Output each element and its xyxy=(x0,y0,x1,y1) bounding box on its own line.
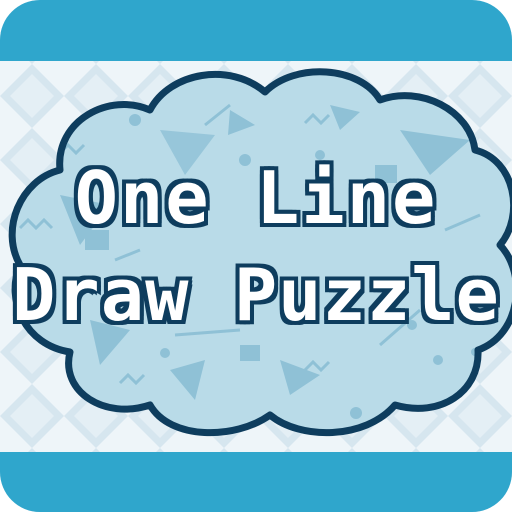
circle-dot xyxy=(160,348,170,358)
game-title-line-2: Draw Puzzle xyxy=(12,253,500,337)
top-band xyxy=(0,0,512,61)
game-title-line-1: One Line xyxy=(74,156,438,240)
circle-dot xyxy=(350,407,362,419)
bottom-band xyxy=(0,452,512,512)
app-icon[interactable]: One Line Draw Puzzle xyxy=(0,0,512,512)
circle-dot xyxy=(433,355,443,365)
circle-dot xyxy=(129,114,141,126)
stripe-rect xyxy=(240,345,260,361)
